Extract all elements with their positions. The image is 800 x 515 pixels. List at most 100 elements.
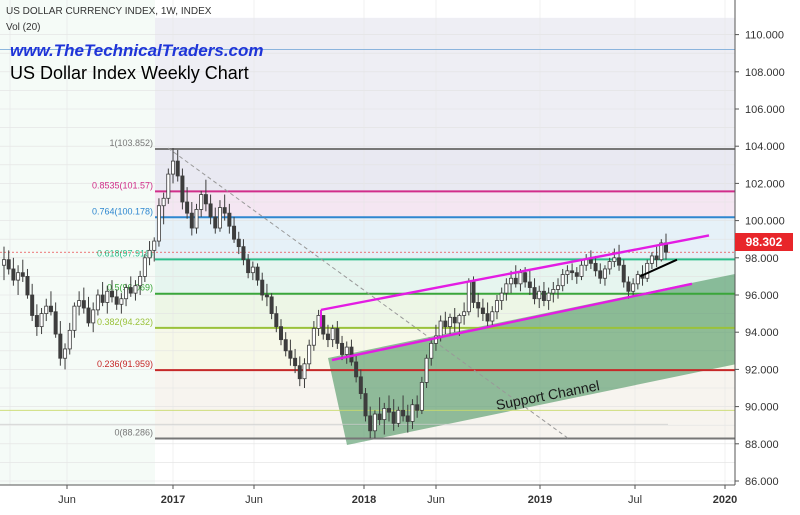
candle-body <box>105 290 110 303</box>
candle-body <box>560 274 565 287</box>
candle-body <box>44 305 49 315</box>
candle-body <box>302 363 307 380</box>
candle-body <box>645 262 650 279</box>
candle-body <box>156 205 161 242</box>
candle-body <box>462 311 467 316</box>
candle-body <box>67 329 72 350</box>
candle-body <box>335 328 340 344</box>
candle-body <box>274 313 279 328</box>
fib-band <box>155 148 735 192</box>
candle-body <box>321 315 326 335</box>
candle-body <box>396 409 401 424</box>
candle-body <box>386 408 391 413</box>
candle-body <box>551 289 556 294</box>
candle-body <box>556 285 561 290</box>
candle-body <box>311 328 316 346</box>
candle-body <box>119 298 124 305</box>
candle-body <box>415 404 420 411</box>
fib-band <box>155 191 735 218</box>
candle-body <box>429 342 434 359</box>
candle-body <box>584 259 589 266</box>
y-tick-label: 94.000 <box>745 327 779 339</box>
candle-body <box>16 272 21 281</box>
candle-body <box>476 302 481 309</box>
candle-body <box>2 259 7 266</box>
candle-body <box>494 300 499 313</box>
candle-body <box>124 287 129 300</box>
x-tick-label: Jul <box>628 494 642 506</box>
candle-body <box>499 292 504 301</box>
candle-body <box>39 313 44 328</box>
candle-body <box>77 300 82 307</box>
candle-body <box>602 268 607 279</box>
candle-body <box>222 207 227 214</box>
y-tick-label: 108.000 <box>745 67 785 79</box>
candle-body <box>617 257 622 266</box>
x-tick-label: 2017 <box>161 494 185 506</box>
candle-body <box>171 160 176 175</box>
y-tick-label: 106.000 <box>745 104 785 116</box>
candle-body <box>20 272 25 277</box>
candle-body <box>58 333 63 359</box>
candle-body <box>485 313 490 322</box>
volume-indicator-label[interactable]: Vol (20) <box>6 22 40 33</box>
fib-label: 1(103.852) <box>109 138 153 148</box>
candle-body <box>232 225 237 240</box>
candle-body <box>574 272 579 277</box>
candle-body <box>166 173 171 199</box>
candle-body <box>185 201 190 214</box>
candle-body <box>448 316 453 328</box>
candle-body <box>11 268 16 281</box>
candle-body <box>264 294 269 298</box>
candle-body <box>25 275 30 296</box>
candle-body <box>330 328 335 341</box>
candle-body <box>180 175 185 203</box>
symbol-title: US DOLLAR CURRENCY INDEX, 1W, INDEX <box>6 6 212 17</box>
last-price-badge: 98.302 <box>735 233 793 251</box>
candle-body <box>133 285 138 294</box>
candle-body <box>91 309 96 324</box>
y-tick-label: 102.000 <box>745 178 785 190</box>
candle-body <box>490 311 495 322</box>
candle-body <box>288 350 293 359</box>
candle-body <box>203 194 208 205</box>
candle-body <box>546 292 551 301</box>
candle-body <box>626 281 631 292</box>
candle-body <box>509 277 514 285</box>
candle-body <box>48 305 53 313</box>
candle-body <box>419 382 424 411</box>
candle-body <box>189 212 194 229</box>
candle-body <box>612 257 617 262</box>
candle-body <box>391 411 396 424</box>
candle-body <box>138 275 143 287</box>
candle-body <box>382 408 387 421</box>
candle-body <box>114 296 119 305</box>
candle-body <box>86 307 91 324</box>
fib-label: 0(88.286) <box>114 427 153 437</box>
candle-body <box>30 294 35 316</box>
candle-body <box>241 246 246 261</box>
candle-body <box>363 393 368 417</box>
candle-body <box>372 413 377 432</box>
candle-body <box>621 264 626 283</box>
candle-body <box>236 238 241 248</box>
candle-body <box>457 315 462 324</box>
candle-body <box>340 342 345 355</box>
candle-body <box>401 409 406 417</box>
candle-body <box>354 361 359 378</box>
candle-body <box>279 326 284 341</box>
candle-body <box>405 415 410 422</box>
candle-body <box>269 296 274 314</box>
candle-body <box>410 404 415 422</box>
x-tick-label: 2020 <box>713 494 737 506</box>
candle-body <box>72 305 77 331</box>
y-tick-label: 88.000 <box>745 439 779 451</box>
candle-body <box>532 287 537 300</box>
candle-body <box>598 270 603 279</box>
candle-body <box>109 290 114 298</box>
candle-body <box>504 283 509 294</box>
y-tick-label: 100.000 <box>745 216 785 228</box>
candle-body <box>199 194 204 210</box>
candle-body <box>147 249 152 259</box>
candle-body <box>175 160 180 177</box>
